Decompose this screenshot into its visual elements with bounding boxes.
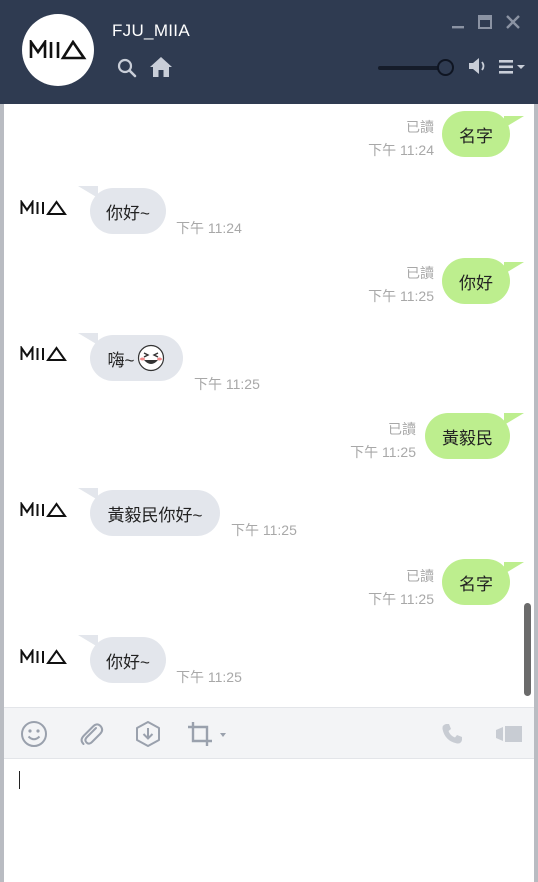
- menu-icon[interactable]: [497, 58, 527, 76]
- window-right-edge: [534, 104, 538, 882]
- message-bubble-incoming[interactable]: 你好~: [90, 188, 166, 234]
- message-time: 下午 11:25: [176, 669, 242, 685]
- message-input[interactable]: [4, 759, 534, 882]
- message-text: 嗨~: [107, 350, 135, 370]
- message-time: 下午 11:24: [176, 220, 242, 236]
- message-bubble-outgoing[interactable]: 名字: [442, 111, 510, 157]
- sender-logo: [20, 502, 67, 517]
- home-icon[interactable]: [149, 55, 173, 79]
- bubble-tail: [504, 413, 524, 425]
- sender-logo: [20, 200, 67, 215]
- sender-logo: [20, 346, 67, 361]
- chat-title: FJU_MIIA: [112, 21, 190, 40]
- phone-icon[interactable]: [438, 720, 466, 748]
- message-time: 下午 11:25: [231, 522, 297, 538]
- message-time: 下午 11:25: [368, 591, 434, 607]
- message-bubble-incoming[interactable]: 嗨~: [90, 335, 183, 381]
- message-bubble-outgoing[interactable]: 你好: [442, 258, 510, 304]
- text-caret: [19, 771, 20, 789]
- read-receipt: 已讀: [406, 568, 434, 584]
- miia-logo: [29, 40, 87, 60]
- message-text: 黃毅民: [442, 428, 493, 448]
- avatar[interactable]: [22, 14, 94, 86]
- scrollbar-thumb[interactable]: [524, 603, 531, 696]
- speaker-icon[interactable]: [467, 56, 489, 76]
- message-time: 下午 11:25: [368, 288, 434, 304]
- read-receipt: 已讀: [406, 119, 434, 135]
- crop-icon[interactable]: [186, 720, 230, 748]
- bubble-tail: [504, 562, 524, 574]
- message-bubble-outgoing[interactable]: 黃毅民: [425, 413, 510, 459]
- attachment-icon[interactable]: [77, 720, 105, 748]
- message-time: 下午 11:25: [194, 376, 260, 392]
- video-icon[interactable]: [492, 720, 526, 748]
- message-text: 名字: [459, 126, 493, 146]
- chat-header: FJU_MIIA: [0, 0, 538, 104]
- message-text: 你好: [459, 273, 493, 293]
- sender-logo: [20, 649, 67, 664]
- bubble-tail: [504, 262, 524, 274]
- message-text: 你好~: [106, 652, 150, 672]
- message-time: 下午 11:24: [368, 142, 434, 158]
- search-icon[interactable]: [116, 57, 138, 79]
- bubble-tail: [504, 116, 524, 128]
- message-list[interactable]: 已讀 下午 11:24 名字 你好~ 下午 11:24 已讀 下午 11:25 …: [4, 104, 534, 707]
- read-receipt: 已讀: [388, 421, 416, 437]
- message-time: 下午 11:25: [350, 444, 416, 460]
- download-icon[interactable]: [134, 720, 162, 748]
- message-text: 黃毅民你好~: [107, 505, 203, 525]
- emoji-icon[interactable]: [20, 720, 48, 748]
- minimize-icon[interactable]: [450, 14, 466, 30]
- volume-slider-knob[interactable]: [437, 59, 454, 76]
- close-icon[interactable]: [504, 13, 522, 31]
- message-bubble-incoming[interactable]: 你好~: [90, 637, 166, 683]
- message-bubble-incoming[interactable]: 黃毅民你好~: [90, 490, 220, 536]
- message-text: 名字: [459, 574, 493, 594]
- read-receipt: 已讀: [406, 265, 434, 281]
- laughing-face-icon: [138, 344, 165, 372]
- input-toolbar: [4, 707, 534, 759]
- message-bubble-outgoing[interactable]: 名字: [442, 559, 510, 605]
- message-text: 你好~: [106, 203, 150, 223]
- maximize-icon[interactable]: [477, 14, 493, 30]
